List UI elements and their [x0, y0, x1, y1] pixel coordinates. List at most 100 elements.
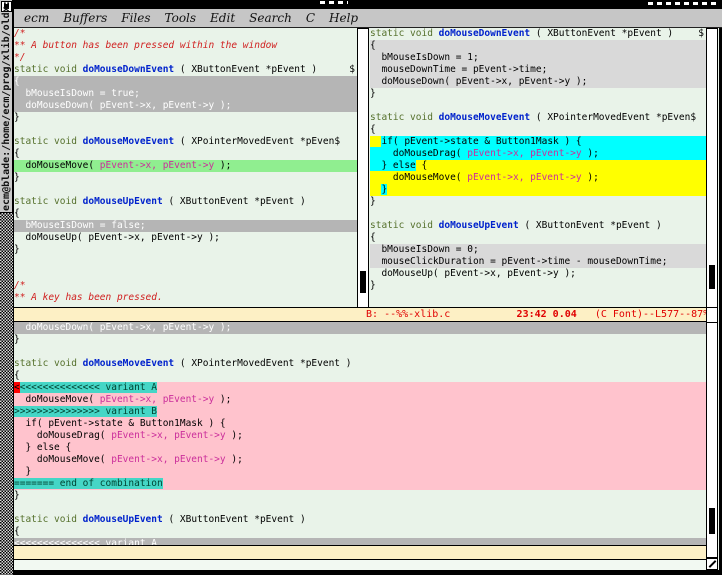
code-segment: mouseClickDuration = pEvent->time - mous… — [370, 256, 667, 267]
code-line: if( pEvent->state & Button1Mask ) { — [14, 418, 706, 430]
scrollbar-pane-a[interactable] — [357, 28, 369, 308]
root-artifact-dashes — [648, 2, 720, 5]
code-segment: ); — [582, 172, 599, 183]
code-line — [14, 184, 357, 196]
code-line: doMouseDrag( pEvent->x, pEvent->y ); — [370, 148, 706, 160]
code-segment: } — [14, 244, 20, 255]
pane-a[interactable]: /*** A button has been pressed within th… — [14, 28, 357, 308]
code-segment: doMouseDown( pEvent->x, pEvent->y ); — [370, 76, 587, 87]
code-segment: } — [370, 196, 376, 207]
code-segment: ); — [226, 454, 243, 465]
code-segment: ); — [582, 148, 599, 159]
code-segment: ( XPointerMovedEvent *pEvent ) — [174, 358, 351, 369]
menu-item-files[interactable]: Files — [121, 11, 150, 25]
desktop-root: ecm@blade:/home/ecm/prog/xlib/oldx:/ ecm… — [0, 0, 722, 575]
menu-item-edit[interactable]: Edit — [210, 11, 235, 25]
code-segment: if( pEvent->state & Button1Mask ) { — [14, 418, 226, 429]
code-segment: /* — [14, 28, 25, 39]
code-segment: } — [370, 280, 376, 291]
window-titlebar-vertical[interactable]: ecm@blade:/home/ecm/prog/xlib/oldx:/ — [0, 0, 13, 213]
modeline-b-text: B: --%%-xlib.c 23:42 0.04 (C Font)--L577… — [360, 308, 706, 321]
code-line: { — [14, 208, 357, 220]
code-segment: { — [370, 40, 376, 51]
code-line: static void doMouseMoveEvent ( XPointerM… — [14, 136, 357, 148]
code-segment: pEvent->x, pEvent->y — [111, 430, 225, 441]
menu-item-buffers[interactable]: Buffers — [63, 11, 107, 25]
code-line: } — [14, 112, 357, 124]
truncation-marker: $ — [690, 112, 696, 123]
code-line: doMouseDown( pEvent->x, pEvent->y ); — [370, 76, 706, 88]
code-segment: } — [14, 112, 20, 123]
code-line — [14, 124, 357, 136]
code-segment: doMouseDownEvent — [439, 28, 531, 39]
code-segment: bMouseIsDown = false; — [14, 220, 146, 231]
code-line: >>>>>>>>>>>>>>> variant B — [14, 406, 706, 418]
code-line: <<<<<<<<<<<<<<< variant A — [14, 382, 706, 394]
root-stipple-pattern — [0, 213, 13, 575]
scrollbar-thumb[interactable] — [709, 265, 715, 289]
scrollbar-pane-b[interactable] — [706, 28, 718, 308]
code-line — [14, 268, 357, 280]
truncation-marker: $ — [698, 28, 704, 40]
code-segment: ( XPointerMovedEvent *pEven — [530, 112, 690, 123]
pane-b[interactable]: static void doMouseDownEvent ( XButtonEv… — [370, 28, 706, 308]
pane-c[interactable]: doMouseDown( pEvent->x, pEvent->y );}sta… — [14, 322, 706, 546]
minibuffer[interactable] — [14, 560, 706, 570]
code-segment: static void — [370, 112, 439, 123]
code-line: ** A key has been pressed. — [14, 292, 357, 304]
modeline-ab: A: --%%-xlibGraphics.c 23:42 0.04 (C Fon… — [14, 307, 706, 322]
code-line: { — [14, 76, 357, 88]
scrollbar-thumb[interactable] — [709, 508, 715, 534]
code-segment — [370, 184, 381, 195]
code-segment: doMouseMoveEvent — [439, 112, 531, 123]
code-segment: B: --%%-xlib.c — [360, 309, 517, 320]
code-segment: ); — [214, 160, 231, 171]
code-segment: ( XButtonEvent *pEvent ) — [163, 514, 306, 525]
code-segment: ** A key has been pressed. — [14, 292, 163, 303]
code-line: doMouseMove( pEvent->x, pEvent->y ); — [370, 172, 706, 184]
code-segment: } — [14, 172, 20, 183]
code-segment: { — [14, 526, 20, 537]
code-segment: */ — [14, 52, 25, 63]
scrollbar-pane-c[interactable] — [706, 322, 718, 558]
code-segment: { — [14, 76, 20, 87]
code-line: } — [14, 172, 357, 184]
code-line: mouseDownTime = pEvent->time; — [370, 64, 706, 76]
code-segment: doMouseMove( — [14, 394, 100, 405]
menu-item-c[interactable]: C — [306, 11, 315, 25]
code-line: if( pEvent->state & Button1Mask ) { — [370, 136, 706, 148]
code-segment: /* — [14, 280, 25, 291]
code-line: ======= end of combination — [14, 478, 706, 490]
resize-grip-icon[interactable] — [706, 558, 718, 570]
code-segment: static void — [370, 220, 439, 231]
code-line: { — [370, 124, 706, 136]
menu-item-help[interactable]: Help — [329, 11, 358, 25]
menu-item-tools[interactable]: Tools — [165, 11, 197, 25]
code-line: } else { — [370, 160, 706, 172]
menu-item-search[interactable]: Search — [249, 11, 292, 25]
window-title-text: ecm@blade:/home/ecm/prog/xlib/oldx:/ — [1, 15, 12, 211]
code-segment: doMouseMoveEvent — [83, 136, 175, 147]
code-segment: { — [14, 370, 20, 381]
code-line: } — [370, 184, 706, 196]
menu-item-ecm[interactable]: ecm — [24, 11, 49, 25]
code-line: /* — [14, 280, 357, 292]
code-segment: >>>>>>>>>>>>>>> variant B — [14, 406, 157, 417]
code-line: doMouseDrag( pEvent->x, pEvent->y ); — [14, 430, 706, 442]
code-line: doMouseMove( pEvent->x, pEvent->y ); — [14, 160, 357, 172]
code-segment: ( XPointerMovedEvent *pEven — [174, 136, 334, 147]
code-segment: bMouseIsDown = true; — [14, 88, 140, 99]
code-segment: } — [14, 490, 20, 501]
code-segment: } — [370, 88, 376, 99]
code-line — [370, 208, 706, 220]
code-line — [370, 100, 706, 112]
code-line — [14, 256, 357, 268]
code-segment: ( XButtonEvent *pEvent ) — [519, 220, 662, 231]
resize-grip-line — [709, 560, 717, 568]
code-line: { — [14, 526, 706, 538]
code-segment: doMouseUp( pEvent->x, pEvent->y ); — [14, 232, 220, 243]
scrollbar-thumb[interactable] — [360, 271, 366, 293]
code-segment: pEvent->x, pEvent->y — [467, 172, 581, 183]
code-segment: (C Font)--L577--87% — [577, 309, 706, 320]
code-segment: pEvent->x, pEvent->y — [100, 160, 214, 171]
